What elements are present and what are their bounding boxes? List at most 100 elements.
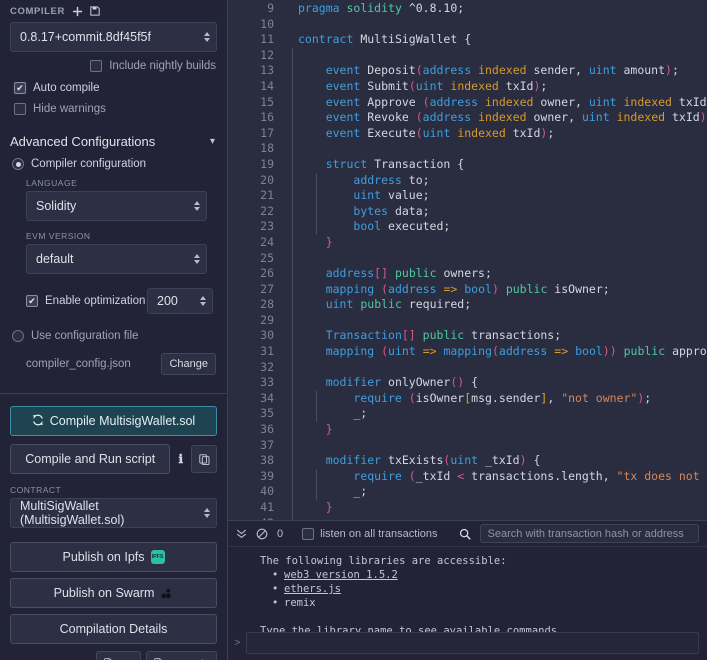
code-line: 13 event Deposit(address indexed sender,… <box>228 63 707 79</box>
copy-icon[interactable] <box>191 445 217 473</box>
include-nightly-builds-checkbox[interactable] <box>90 60 103 72</box>
code-line-text: Transaction[] public transactions; <box>284 328 561 345</box>
line-number: 41 <box>260 500 274 514</box>
line-number: 23 <box>260 219 274 234</box>
code-line-text: contract MultiSigWallet { <box>284 32 471 48</box>
info-icon[interactable]: ℹ <box>176 452 185 466</box>
code-token: uint <box>415 78 444 93</box>
library-name[interactable]: web3 version 1.5.2 <box>284 569 398 581</box>
listen-all-transactions-checkbox[interactable] <box>302 527 315 540</box>
copy-abi-button[interactable]: ABI <box>96 651 142 660</box>
hide-warnings-checkbox[interactable] <box>14 103 26 115</box>
code-token: struct <box>325 156 368 171</box>
library-item[interactable]: web3 version 1.5.2 <box>272 568 707 582</box>
indent-guide <box>292 250 293 267</box>
evm-version-select[interactable]: default <box>26 244 207 274</box>
library-item[interactable]: ethers.js <box>272 582 707 596</box>
line-number: 25 <box>260 250 274 265</box>
code-token: txId <box>665 110 700 125</box>
indent-guide <box>292 219 293 235</box>
library-name[interactable]: ethers.js <box>284 583 341 595</box>
publish-on-ipfs-button[interactable]: Publish on Ipfs IPFS <box>10 542 217 572</box>
hide-warnings-row[interactable]: Hide warnings <box>0 94 227 115</box>
nightly-builds-row[interactable]: Include nightly builds <box>0 52 227 72</box>
code-token: indexed <box>478 110 527 125</box>
optimization-runs-input[interactable]: 200 <box>147 288 213 314</box>
copy-bytecode-button[interactable]: Bytecode <box>146 651 217 660</box>
code-line-text: } <box>284 234 333 251</box>
indent-guide <box>292 297 293 313</box>
indent-guide <box>292 156 293 173</box>
code-line: 23 bool executed; <box>228 219 707 235</box>
compile-and-run-script-label: Compile and Run script <box>25 452 156 466</box>
terminal-command-input[interactable] <box>246 632 699 654</box>
code-token: onlyOwner <box>388 375 451 390</box>
config-file-name: compiler_config.json <box>26 358 131 370</box>
compiler-configuration-radio-row[interactable]: Compiler configuration <box>0 149 227 170</box>
compiler-version-value: 0.8.17+commit.8df45f5f <box>20 30 151 44</box>
code-line-text: event Deposit(address indexed sender, ui… <box>284 63 679 79</box>
code-line: 30 Transaction[] public transactions; <box>228 328 707 345</box>
code-line-text: uint public required; <box>284 297 471 313</box>
code-token: address <box>388 281 437 296</box>
compilation-details-button[interactable]: Compilation Details <box>10 614 217 644</box>
indent-guide <box>292 78 293 95</box>
publish-on-swarm-button[interactable]: Publish on Swarm <box>10 578 217 608</box>
no-entry-icon[interactable] <box>256 528 268 540</box>
compile-and-run-script-button[interactable]: Compile and Run script <box>10 444 171 474</box>
contract-select[interactable]: MultiSigWallet (MultisigWallet.sol) <box>10 498 217 528</box>
enable-optimization-label: Enable optimization <box>45 295 146 307</box>
indent-guide <box>292 266 293 282</box>
auto-compile-checkbox[interactable] <box>14 82 26 94</box>
indent-guide <box>292 344 293 360</box>
indent-guide <box>292 141 293 157</box>
code-line: 36 } <box>228 422 707 438</box>
line-number: 26 <box>260 266 274 281</box>
publish-on-swarm-label: Publish on Swarm <box>53 586 155 600</box>
indent-guide <box>292 188 293 204</box>
compiler-version-select[interactable]: 0.8.17+commit.8df45f5f <box>10 22 217 52</box>
compile-button[interactable]: Compile MultisigWallet.sol <box>10 406 217 436</box>
enable-optimization-checkbox[interactable] <box>26 295 38 307</box>
indent-guide <box>316 188 317 204</box>
use-configuration-file-radio-row[interactable]: Use configuration file <box>0 314 227 342</box>
chevrons-down-icon[interactable] <box>236 528 247 539</box>
code-token: indexed <box>450 78 499 93</box>
listen-all-transactions-row[interactable]: listen on all transactions <box>302 527 438 540</box>
code-token: ( <box>415 125 423 140</box>
optimization-row: Enable optimization 200 <box>0 274 227 314</box>
language-select[interactable]: Solidity <box>26 191 207 221</box>
indent-guide <box>316 390 317 407</box>
code-line-text: uint value; <box>284 188 430 204</box>
auto-compile-row[interactable]: Auto compile <box>0 72 227 94</box>
code-line-text <box>284 47 298 64</box>
use-configuration-file-radio[interactable] <box>12 330 24 342</box>
language-select-wrap: Solidity <box>26 191 207 221</box>
code-token: indexed <box>616 110 666 125</box>
code-line: 19 struct Transaction { <box>228 156 707 173</box>
code-editor[interactable]: 9 pragma solidity ^0.8.10; 10 11 contract Mu… <box>228 0 707 520</box>
code-line-text: bool executed; <box>284 219 450 235</box>
code-token: ( <box>491 344 499 359</box>
code-line: 31 mapping (uint => mapping(address => b… <box>228 344 707 360</box>
code-token: )) <box>602 344 617 359</box>
code-line: 32 <box>228 359 707 376</box>
code-line-text: require (isOwner[msg.sender], "not owner… <box>284 390 651 407</box>
code-token: [] <box>401 328 416 343</box>
indent-guide <box>292 110 293 126</box>
transaction-search-input[interactable]: Search with transaction hash or address <box>479 524 699 543</box>
save-icon[interactable] <box>90 6 100 16</box>
code-line: 11 contract MultiSigWallet { <box>228 32 707 48</box>
code-token: => <box>554 344 569 359</box>
code-line-text <box>284 359 298 376</box>
change-config-button[interactable]: Change <box>161 353 216 375</box>
code-token: uint <box>353 188 382 203</box>
plus-icon[interactable] <box>72 6 83 17</box>
compiler-configuration-radio[interactable] <box>12 158 24 170</box>
code-line: 17 event Execute(uint indexed txId); <box>228 125 707 142</box>
advanced-configurations-toggle[interactable]: Advanced Configurations ▾ <box>0 115 227 149</box>
